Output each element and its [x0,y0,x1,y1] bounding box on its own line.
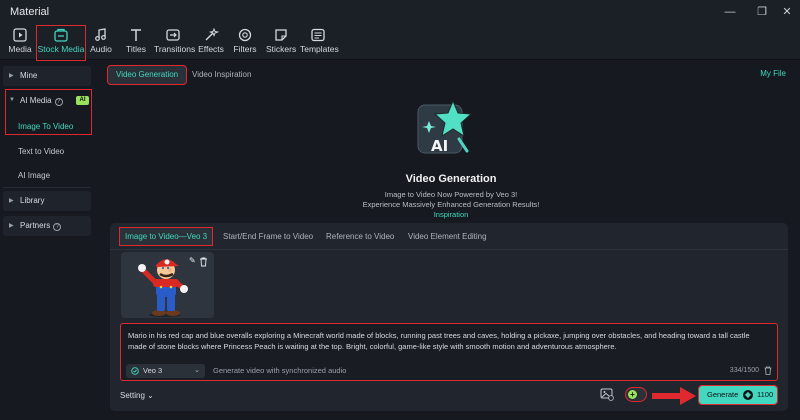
hero-line-2: Experience Massively Enhanced Generation… [362,200,540,209]
model-value: Veo 3 [143,366,163,375]
window-title: Material [10,6,50,18]
toolbar-item-titles[interactable]: Titles [123,28,149,58]
sidebar-item-text-to-video[interactable]: Text to Video [18,147,64,156]
audio-option-label[interactable]: Generate video with synchronized audio [213,366,346,375]
help-icon: ? [54,98,63,106]
uploaded-image-thumbnail[interactable]: ✎ [121,252,214,318]
setting-dropdown[interactable]: Setting ⌄ [120,391,154,400]
toolbar-item-effects[interactable]: Effects [198,28,224,58]
toolbar-label: Templates [300,44,339,54]
model-select[interactable]: Veo 3 ⌄ [126,364,205,378]
sidebar-item-image-to-video[interactable]: Image To Video [18,122,73,131]
prompt-box[interactable]: Mario in his red cap and blue overalls e… [120,323,778,381]
main-content: Video Generation Video Inspiration My Fi… [102,61,800,420]
ai-video-logo-icon: AI [417,99,473,155]
tab-reference-to-video[interactable]: Reference to Video [321,228,399,245]
toolbar-label: Media [8,44,32,54]
help-icon: ? [53,223,62,231]
sidebar-item-ai-media[interactable]: ▼ AI Media? AI [3,91,91,111]
delete-icon[interactable] [199,257,208,267]
minimize-icon[interactable]: — [722,4,738,20]
toolbar-item-stock-media[interactable]: Stock Media [36,25,86,61]
plus-icon: + [628,390,637,399]
prompt-textarea[interactable]: Mario in his red cap and blue overalls e… [128,330,768,352]
titles-icon [131,29,141,41]
sidebar-item-label: Library [20,196,45,205]
sidebar: ▶ Mine ▼ AI Media? AI Image To Video Tex… [0,61,100,420]
hero-title: Video Generation [405,173,497,185]
tab-start-end-frame[interactable]: Start/End Frame to Video [218,228,318,245]
toolbar-label: Stickers [266,44,297,54]
sidebar-item-label: Mine [20,71,38,80]
chevron-down-icon: ⌄ [147,391,154,400]
credit-toggle[interactable]: + [625,387,647,402]
media-icon [13,28,27,42]
toolbar-label: Stock Media [37,44,85,54]
caret-right-icon: ▶ [9,198,14,204]
sidebar-item-ai-image[interactable]: AI Image [18,171,50,180]
toolbar-item-audio[interactable]: Audio [89,28,113,58]
restore-icon[interactable]: ❐ [754,4,770,20]
templates-icon [311,28,325,42]
generation-panel: Image to Video—Veo 3 Start/End Frame to … [110,223,788,411]
credit-icon: ◆ [743,390,753,400]
sidebar-item-label: AI Media? [20,96,63,106]
sidebar-item-library[interactable]: ▶ Library [3,191,91,211]
toolbar-label: Filters [233,44,257,54]
toolbar-item-templates[interactable]: Templates [300,28,339,58]
sidebar-item-partners[interactable]: ▶ Partners? [3,216,91,236]
arrow-annotation-icon [652,387,696,405]
credit-count: 1100 [757,390,774,399]
toolbar-label: Titles [126,44,146,54]
model-icon [131,367,139,375]
toolbar-label: Audio [90,44,112,54]
toolbar-item-transitions[interactable]: Transitions [154,28,196,58]
toolbar-label: Transitions [154,44,196,54]
tab-image-to-video-veo3[interactable]: Image to Video—Veo 3 [118,227,214,246]
filters-icon [238,28,252,42]
generate-button[interactable]: Generate ◆ 1100 [698,385,778,405]
caret-right-icon: ▶ [9,223,14,229]
svg-text:AI: AI [431,137,448,155]
toolbar-item-media[interactable]: Media [6,28,34,58]
tab-video-generation[interactable]: Video Generation [106,65,188,85]
clear-prompt-icon[interactable] [764,366,772,375]
ai-badge: AI [76,96,89,105]
tab-video-inspiration[interactable]: Video Inspiration [184,66,259,84]
toolbar-item-stickers[interactable]: Stickers [266,28,296,58]
sidebar-divider [3,187,91,188]
toolbar-label: Effects [198,44,224,54]
effects-icon [205,28,219,41]
audio-icon [95,28,106,41]
toolbar-item-filters[interactable]: Filters [233,28,257,58]
stock-media-icon [54,28,68,42]
tab-video-element-editing[interactable]: Video Element Editing [403,228,492,245]
sidebar-item-mine[interactable]: ▶ Mine [3,66,91,86]
hero-line-1: Image to Video Now Powered by Veo 3! [384,190,518,199]
sidebar-item-label: Partners? [20,221,62,231]
edit-icon[interactable]: ✎ [189,256,199,266]
tab-divider [110,249,788,250]
title-bar: Material — ❐ ✕ [0,0,800,26]
generate-label: Generate [707,390,739,399]
close-icon[interactable]: ✕ [779,4,795,20]
char-counter: 334/1500 [729,367,759,374]
chevron-down-icon: ⌄ [194,367,200,374]
caret-right-icon: ▶ [9,73,14,79]
image-settings-icon[interactable] [600,387,614,401]
material-toolbar: Media Stock Media Audio Titles Transitio… [0,25,800,61]
inspiration-link[interactable]: Inspiration [102,210,800,219]
caret-down-icon: ▼ [9,97,15,103]
transitions-icon [166,29,180,41]
stickers-icon [275,29,287,41]
my-file-link[interactable]: My File [760,69,786,78]
